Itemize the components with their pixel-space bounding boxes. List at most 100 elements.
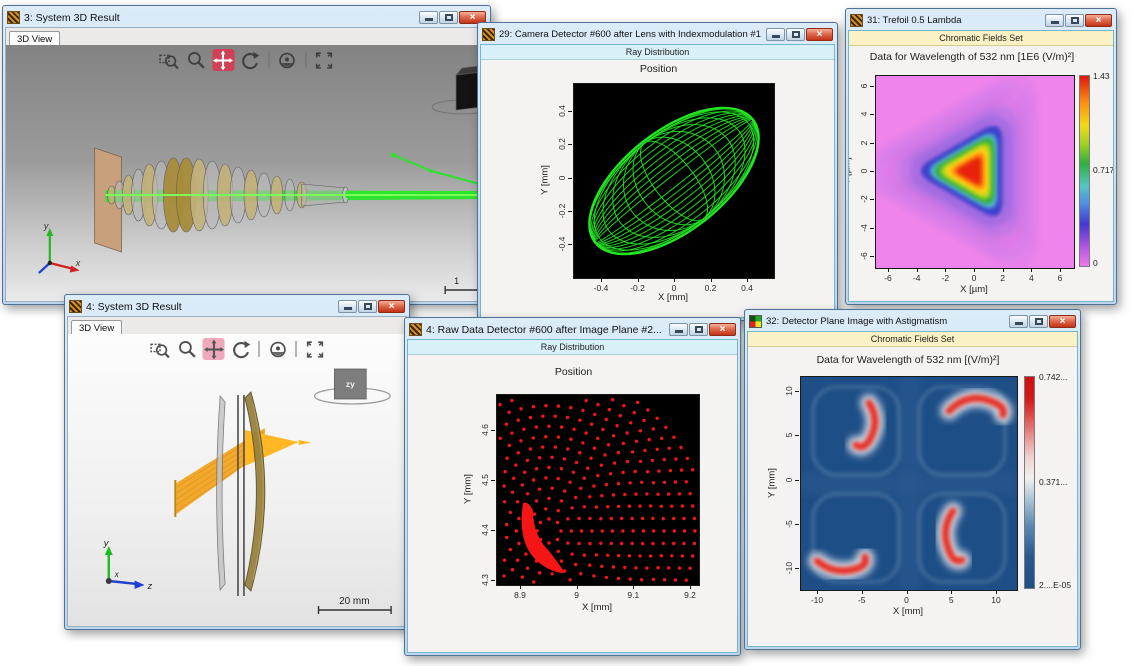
window-trefoil: 31: Trefoil 0.5 Lambda × Chromatic Field…	[845, 8, 1117, 305]
titlebar[interactable]: 31: Trefoil 0.5 Lambda ×	[848, 11, 1114, 30]
axis-label-y: y	[43, 221, 49, 231]
maximize-button[interactable]	[439, 11, 458, 24]
window-raw-data-detector: 4: Raw Data Detector #600 after Image Pl…	[404, 317, 741, 656]
astig-plot[interactable]	[800, 376, 1018, 591]
chromatic-fields-header: Chromatic Fields Set	[849, 31, 1113, 46]
titlebar[interactable]: 4: System 3D Result ×	[67, 297, 407, 316]
trefoil-x-axis-label: X [µm]	[960, 284, 988, 295]
3d-viewport[interactable]: zyyzx20 mm	[68, 334, 406, 626]
ray-distribution-header: Ray Distribution	[408, 340, 737, 355]
maximize-button[interactable]	[689, 323, 708, 336]
minimize-button[interactable]	[419, 11, 438, 24]
y-tick-label-text: 0.4	[557, 105, 567, 117]
zoom-icon[interactable]	[176, 338, 198, 360]
window-body: 3D View yx1	[5, 27, 488, 302]
x-tick-label: 0.2	[705, 283, 717, 293]
window-title: 3: System 3D Result	[24, 12, 415, 24]
y-tick-label-text: 2	[859, 140, 869, 145]
3d-viewport[interactable]: yx1	[6, 45, 487, 301]
toolbar-separator	[305, 52, 306, 68]
window-title: 32: Detector Plane Image with Astigmatis…	[766, 316, 1005, 327]
maximize-button[interactable]	[1065, 14, 1084, 27]
maximize-icon	[792, 31, 800, 38]
minimize-icon	[425, 18, 433, 21]
trefoil-plot-title: Data for Wavelength of 532 nm [1E6 (V/m)…	[853, 51, 1091, 63]
desktop: 3: System 3D Result × 3D View yx1 29: Ca…	[0, 0, 1134, 666]
camera-perspective-icon[interactable]	[276, 49, 298, 71]
y-tick-mark	[568, 244, 572, 245]
window-title: 4: Raw Data Detector #600 after Image Pl…	[426, 324, 665, 336]
x-tick-label: 9.2	[684, 590, 696, 600]
x-tick-mark	[1060, 268, 1061, 272]
close-button[interactable]: ×	[1085, 14, 1112, 27]
minimize-icon	[1051, 21, 1059, 24]
axis-label-z: z	[147, 581, 153, 592]
minimize-icon	[1015, 322, 1023, 325]
window-body: Ray Distribution PositionY [mm]-0.4-0.20…	[480, 44, 835, 318]
camera-perspective-icon[interactable]	[267, 338, 289, 360]
minimize-button[interactable]	[766, 28, 785, 41]
x-tick-label: 5	[949, 595, 954, 605]
y-tick-label-text: -4	[859, 224, 869, 232]
window-system-3d-result-a: 3: System 3D Result × 3D View yx1	[2, 5, 491, 305]
minimize-button[interactable]	[669, 323, 688, 336]
x-tick-mark	[601, 278, 602, 282]
fit-view-icon[interactable]	[304, 338, 326, 360]
pan-icon[interactable]	[203, 338, 225, 360]
y-tick-label-text: 0	[784, 477, 794, 482]
close-button[interactable]: ×	[378, 300, 405, 313]
y-tick-label-text: -0.2	[557, 203, 567, 218]
y-tick-label-text: -5	[784, 520, 794, 528]
minimize-icon	[772, 35, 780, 38]
y-tick-mark	[870, 143, 874, 144]
x-tick-mark	[945, 268, 946, 272]
maximize-icon	[695, 326, 703, 333]
minimize-icon	[344, 307, 352, 310]
rotate-icon[interactable]	[230, 338, 252, 360]
titlebar[interactable]: 3: System 3D Result ×	[5, 8, 488, 27]
chart-area: Data for Wavelength of 532 nm [(V/m)²]Y …	[748, 346, 1077, 646]
x-tick-label: -10	[811, 595, 823, 605]
x-tick-label: 10	[991, 595, 1000, 605]
rotate-icon[interactable]	[239, 49, 261, 71]
x-tick-mark	[633, 585, 634, 589]
close-button[interactable]: ×	[709, 323, 736, 336]
window-controls: ×	[1045, 14, 1112, 27]
maximize-button[interactable]	[358, 300, 377, 313]
window-body: Chromatic Fields Set Data for Wavelength…	[848, 30, 1114, 302]
minimize-button[interactable]	[1009, 315, 1028, 328]
x-tick-mark	[577, 585, 578, 589]
window-icon	[482, 28, 495, 41]
titlebar[interactable]: 32: Detector Plane Image with Astigmatis…	[747, 312, 1078, 331]
zoom-selection-icon[interactable]	[149, 338, 171, 360]
fit-view-icon[interactable]	[313, 49, 335, 71]
trefoil-plot[interactable]	[875, 75, 1075, 269]
raw_ray-plot[interactable]	[496, 394, 700, 586]
minimize-button[interactable]	[338, 300, 357, 313]
colorbar-min-label: 2....E-05	[1039, 580, 1071, 590]
window-controls: ×	[766, 28, 833, 41]
close-button[interactable]: ×	[806, 28, 833, 41]
camera_ray-x-axis-label: X [mm]	[658, 292, 688, 303]
y-tick-mark	[870, 86, 874, 87]
y-tick-label-text: 6	[859, 84, 869, 89]
window-controls: ×	[1009, 315, 1076, 328]
x-tick-mark	[1003, 268, 1004, 272]
window-controls: ×	[338, 300, 405, 313]
camera_ray-plot[interactable]	[573, 83, 775, 279]
maximize-button[interactable]	[786, 28, 805, 41]
pan-icon[interactable]	[212, 49, 234, 71]
titlebar[interactable]: 4: Raw Data Detector #600 after Image Pl…	[407, 320, 738, 339]
view-cube-label: zy	[346, 379, 355, 389]
minimize-button[interactable]	[1045, 14, 1064, 27]
titlebar[interactable]: 29: Camera Detector #600 after Lens with…	[480, 25, 835, 44]
zoom-selection-icon[interactable]	[158, 49, 180, 71]
close-button[interactable]: ×	[1049, 315, 1076, 328]
maximize-button[interactable]	[1029, 315, 1048, 328]
x-tick-label: -0.2	[630, 283, 645, 293]
y-axis-label-text: Y [mm]	[540, 165, 551, 195]
y-axis-label-text: Y [mm]	[767, 468, 778, 498]
chart-area: Data for Wavelength of 532 nm [1E6 (V/m)…	[849, 45, 1113, 301]
raw_ray-plot-title: Position	[408, 366, 738, 378]
zoom-icon[interactable]	[185, 49, 207, 71]
